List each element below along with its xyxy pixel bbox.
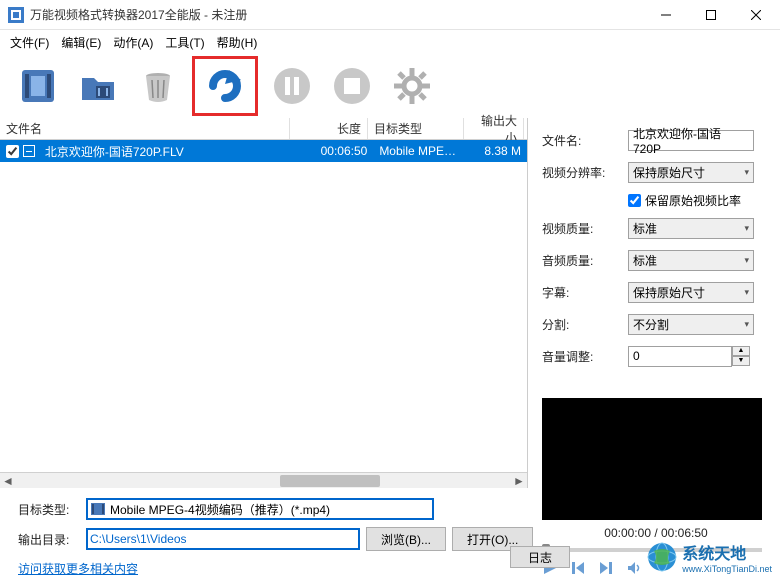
preview-time: 00:00:00 / 00:06:50 [542, 526, 770, 540]
vq-label: 视频质量: [542, 220, 628, 237]
chevron-down-icon: ▾ [744, 287, 749, 298]
row-target: Mobile MPEG-... [373, 144, 468, 158]
vol-spinner[interactable]: ▲▼ [628, 346, 750, 367]
globe-icon [646, 541, 678, 573]
next-frame-icon[interactable] [598, 560, 614, 579]
spin-down-icon[interactable]: ▼ [732, 356, 750, 366]
scroll-thumb[interactable] [280, 475, 380, 487]
properties-panel: 文件名: 北京欢迎你-国语720P 视频分辨率: 保持原始尺寸▾ 保留原始视频比… [528, 118, 780, 488]
col-length[interactable]: 长度 [290, 118, 368, 139]
brand-logo[interactable]: 系统天地 www.XiTongTianDi.net [646, 540, 772, 574]
browse-button[interactable]: 浏览(B)... [366, 527, 446, 551]
title-bar: 万能视频格式转换器2017全能版 - 未注册 [0, 0, 780, 30]
delete-button[interactable] [132, 60, 184, 112]
menu-edit[interactable]: 编辑(E) [61, 34, 101, 51]
horizontal-scrollbar[interactable]: ◄ ► [0, 472, 527, 488]
more-content-link[interactable]: 访问获取更多相关内容 [18, 560, 138, 577]
row-size: 8.38 M [468, 144, 527, 158]
sub-label: 字幕: [542, 284, 628, 301]
menu-action[interactable]: 动作(A) [113, 34, 153, 51]
brand-name: 系统天地 [682, 540, 772, 564]
window-title: 万能视频格式转换器2017全能版 - 未注册 [30, 6, 643, 23]
col-filename[interactable]: 文件名 [0, 118, 290, 139]
collapse-icon[interactable] [23, 145, 35, 157]
menu-file[interactable]: 文件(F) [10, 34, 49, 51]
vol-input[interactable] [628, 346, 732, 367]
stop-button[interactable] [326, 60, 378, 112]
toolbar [0, 54, 780, 118]
scroll-right-icon[interactable]: ► [511, 473, 527, 489]
target-type-label: 目标类型: [18, 501, 80, 518]
sub-select[interactable]: 保持原始尺寸▾ [628, 282, 754, 303]
filename-field[interactable]: 北京欢迎你-国语720P [628, 130, 754, 151]
list-body[interactable]: 北京欢迎你-国语720P.FLV 00:06:50 Mobile MPEG-..… [0, 140, 527, 472]
vq-select[interactable]: 标准▾ [628, 218, 754, 239]
film-icon [90, 501, 106, 517]
split-label: 分割: [542, 316, 628, 333]
spin-up-icon[interactable]: ▲ [732, 346, 750, 356]
list-row[interactable]: 北京欢迎你-国语720P.FLV 00:06:50 Mobile MPEG-..… [0, 140, 527, 162]
target-type-field[interactable]: Mobile MPEG-4视频编码（推荐）(*.mp4) [86, 498, 434, 520]
chevron-down-icon: ▾ [744, 167, 749, 178]
pause-button[interactable] [266, 60, 318, 112]
row-length: 00:06:50 [296, 144, 373, 158]
preview-screen[interactable] [542, 398, 762, 520]
add-folder-button[interactable] [72, 60, 124, 112]
close-button[interactable] [733, 0, 778, 29]
vres-select[interactable]: 保持原始尺寸▾ [628, 162, 754, 183]
log-button[interactable]: 日志 [510, 546, 570, 568]
row-checkbox[interactable] [6, 145, 19, 158]
split-select[interactable]: 不分割▾ [628, 314, 754, 335]
outdir-label: 输出目录: [18, 531, 80, 548]
convert-highlight [192, 56, 258, 116]
col-target[interactable]: 目标类型 [368, 118, 464, 139]
chevron-down-icon: ▾ [744, 319, 749, 330]
keep-ratio-checkbox[interactable] [628, 194, 641, 207]
prev-frame-icon[interactable] [570, 560, 586, 579]
keep-ratio-label: 保留原始视频比率 [645, 192, 741, 209]
brand-url: www.XiTongTianDi.net [682, 564, 772, 574]
scroll-left-icon[interactable]: ◄ [0, 473, 16, 489]
aq-select[interactable]: 标准▾ [628, 250, 754, 271]
chevron-down-icon: ▾ [744, 255, 749, 266]
list-header: 文件名 长度 目标类型 输出大小 [0, 118, 527, 140]
app-icon [8, 7, 24, 23]
vol-label: 音量调整: [542, 348, 628, 365]
chevron-down-icon: ▾ [744, 223, 749, 234]
maximize-button[interactable] [688, 0, 733, 29]
aq-label: 音频质量: [542, 252, 628, 269]
settings-button[interactable] [386, 60, 438, 112]
menu-bar: 文件(F) 编辑(E) 动作(A) 工具(T) 帮助(H) [0, 30, 780, 54]
menu-tools[interactable]: 工具(T) [165, 34, 204, 51]
add-file-button[interactable] [12, 60, 64, 112]
outdir-field[interactable]: C:\Users\1\Videos [86, 528, 360, 550]
volume-icon[interactable] [626, 560, 642, 579]
vres-label: 视频分辨率: [542, 164, 628, 181]
row-filename: 北京欢迎你-国语720P.FLV [39, 143, 297, 160]
file-list-panel: 文件名 长度 目标类型 输出大小 北京欢迎你-国语720P.FLV 00:06:… [0, 118, 528, 488]
filename-label: 文件名: [542, 132, 628, 149]
convert-button[interactable] [197, 61, 253, 111]
menu-help[interactable]: 帮助(H) [217, 34, 258, 51]
col-size[interactable]: 输出大小 [464, 118, 524, 139]
minimize-button[interactable] [643, 0, 688, 29]
